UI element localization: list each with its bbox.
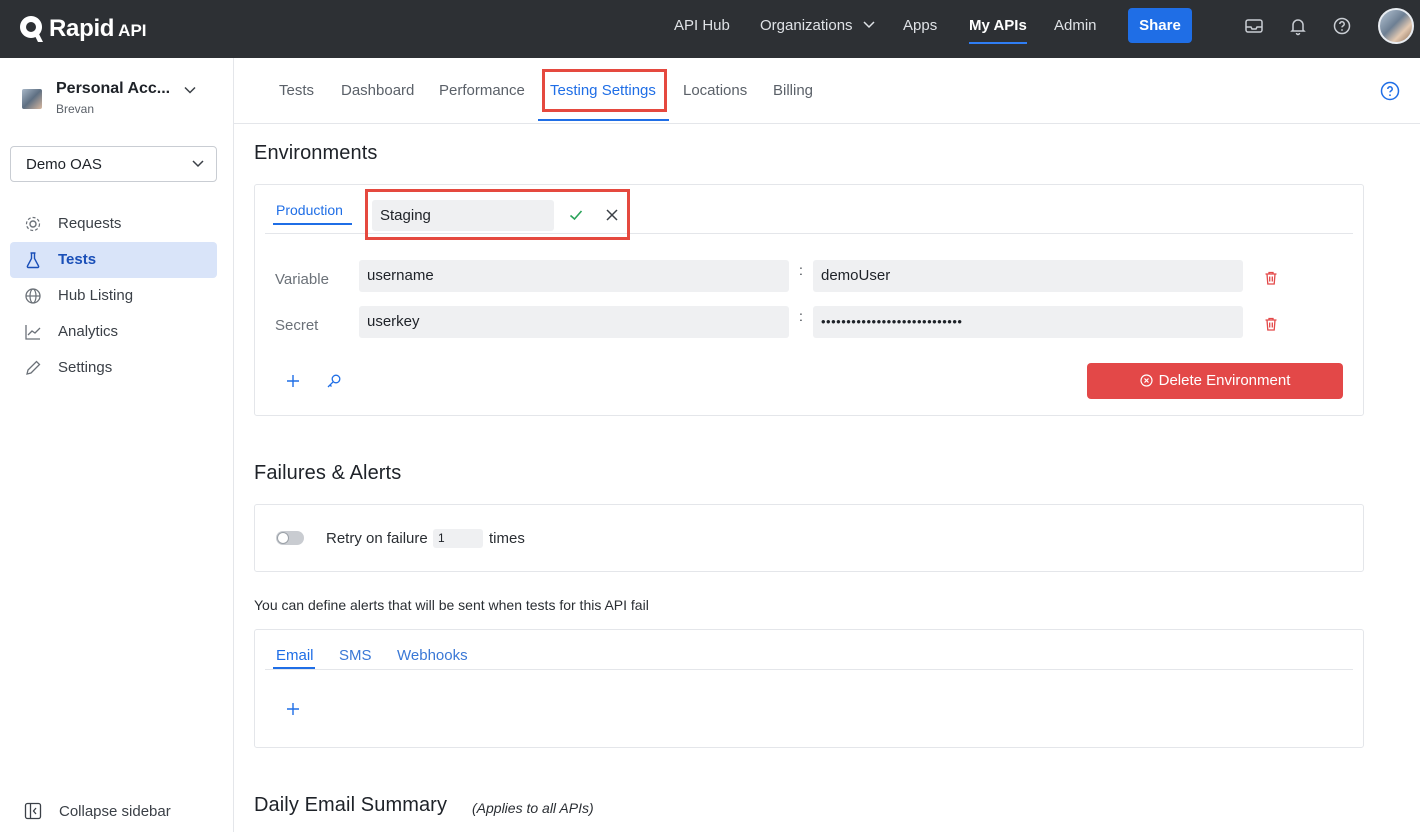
rapidapi-logo[interactable]: Rapid API xyxy=(18,11,147,47)
user-avatar[interactable] xyxy=(1378,8,1414,44)
brand-suffix: API xyxy=(118,20,147,40)
sidebar-item-requests[interactable]: Requests xyxy=(10,206,217,242)
inbox-icon[interactable] xyxy=(1244,16,1264,36)
sidebar: Personal Acc... Brevan Demo OAS Requests… xyxy=(0,58,234,832)
collapse-sidebar-label: Collapse sidebar xyxy=(59,803,171,820)
brand-name: Rapid xyxy=(49,15,115,42)
trash-icon[interactable] xyxy=(1263,316,1279,332)
alert-tabs-divider xyxy=(265,669,1353,670)
api-select-value: Demo OAS xyxy=(26,156,102,173)
collapse-sidebar-button[interactable]: Collapse sidebar xyxy=(24,802,171,825)
top-bar: Rapid API API Hub Organizations Apps My … xyxy=(0,0,1420,58)
alert-tab-webhooks[interactable]: Webhooks xyxy=(397,647,468,664)
active-env-indicator xyxy=(273,223,352,225)
nav-apps[interactable]: Apps xyxy=(903,0,937,58)
sidebar-item-settings[interactable]: Settings xyxy=(10,350,217,386)
failures-alerts-title: Failures & Alerts xyxy=(254,462,402,484)
secret-value-input[interactable]: •••••••••••••••••••••••••••• xyxy=(813,306,1243,338)
account-name: Personal Acc... xyxy=(56,80,171,97)
retry-suffix: times xyxy=(489,530,525,547)
chevron-down-icon xyxy=(192,160,204,168)
sidebar-item-tests[interactable]: Tests xyxy=(10,242,217,278)
key-icon[interactable] xyxy=(326,373,342,389)
sidebar-item-hub-listing[interactable]: Hub Listing xyxy=(10,278,217,314)
chart-icon xyxy=(25,325,41,340)
flask-icon xyxy=(26,252,40,269)
sidebar-item-label: Requests xyxy=(58,215,122,232)
retry-label: Retry on failure xyxy=(326,530,428,547)
requests-icon xyxy=(25,216,41,232)
variable-value-input[interactable]: demoUser xyxy=(813,260,1243,292)
collapse-sidebar-icon xyxy=(24,802,42,820)
nav-organizations-label: Organizations xyxy=(760,17,853,34)
chevron-down-icon xyxy=(184,86,196,94)
globe-icon xyxy=(25,288,41,304)
alert-tab-sms[interactable]: SMS xyxy=(339,647,372,664)
chevron-down-icon xyxy=(863,21,875,29)
key-value-separator: : xyxy=(799,262,803,278)
tab-dashboard[interactable]: Dashboard xyxy=(341,82,414,99)
pencil-icon xyxy=(26,360,41,375)
add-alert-icon[interactable] xyxy=(285,701,301,717)
sidebar-item-label: Hub Listing xyxy=(58,287,134,304)
row-label-secret: Secret xyxy=(275,317,319,334)
active-tab-indicator xyxy=(538,119,669,121)
share-button[interactable]: Share xyxy=(1128,8,1192,43)
bell-icon[interactable] xyxy=(1288,16,1308,36)
highlight-box-testing-settings xyxy=(542,69,667,112)
alerts-intro-text: You can define alerts that will be sent … xyxy=(254,597,649,613)
tab-tests[interactable]: Tests xyxy=(279,82,314,99)
close-circle-icon xyxy=(1140,374,1153,387)
nav-my-apis[interactable]: My APIs xyxy=(969,0,1027,58)
sidebar-item-analytics[interactable]: Analytics xyxy=(10,314,217,350)
nav-api-hub[interactable]: API Hub xyxy=(674,0,730,58)
sidebar-item-label: Tests xyxy=(58,251,97,268)
nav-organizations[interactable]: Organizations xyxy=(760,0,875,58)
help-circle-icon[interactable] xyxy=(1380,81,1400,101)
tab-locations[interactable]: Locations xyxy=(683,82,747,99)
key-value-separator: : xyxy=(799,308,803,324)
sidebar-item-label: Analytics xyxy=(58,323,119,340)
api-select[interactable]: Demo OAS xyxy=(10,146,217,182)
daily-email-summary-subtitle: (Applies to all APIs) xyxy=(472,800,594,816)
secret-key-input[interactable]: userkey xyxy=(359,306,789,338)
add-variable-icon[interactable] xyxy=(285,373,301,389)
tab-billing[interactable]: Billing xyxy=(773,82,813,99)
retry-count-input[interactable]: 1 xyxy=(433,529,483,548)
delete-environment-label: Delete Environment xyxy=(1158,372,1291,389)
variable-key-input[interactable]: username xyxy=(359,260,789,292)
environments-title: Environments xyxy=(254,142,378,164)
retry-toggle[interactable] xyxy=(276,531,304,545)
help-circle-icon[interactable] xyxy=(1332,16,1352,36)
sidebar-item-label: Settings xyxy=(58,359,113,376)
daily-email-summary-title: Daily Email Summary xyxy=(254,794,448,816)
rapidapi-logo-icon xyxy=(18,14,44,44)
tab-performance[interactable]: Performance xyxy=(439,82,525,99)
account-avatar xyxy=(22,89,42,109)
trash-icon[interactable] xyxy=(1263,270,1279,286)
account-user: Brevan xyxy=(56,102,95,116)
nav-admin[interactable]: Admin xyxy=(1054,0,1097,58)
alert-tab-email[interactable]: Email xyxy=(276,647,314,664)
delete-environment-button[interactable]: Delete Environment xyxy=(1087,363,1343,399)
highlight-box-new-environment xyxy=(365,189,630,240)
env-tab-production[interactable]: Production xyxy=(276,202,343,218)
settings-tabs: Tests Dashboard Performance Testing Sett… xyxy=(234,58,1420,124)
row-label-variable: Variable xyxy=(275,271,329,288)
